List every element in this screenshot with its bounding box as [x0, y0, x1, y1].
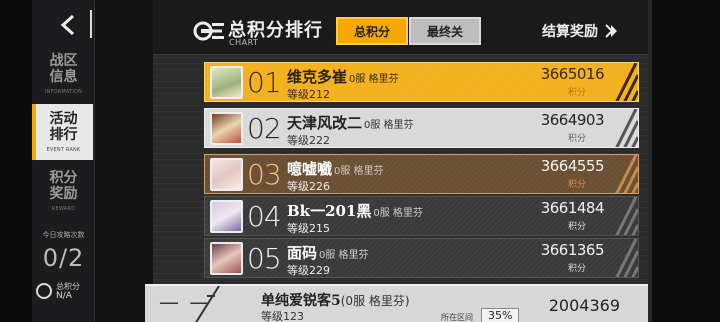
player-level: 等级212: [287, 88, 330, 101]
player-score: 3661484: [540, 199, 605, 217]
double-chevron-right-icon: [605, 24, 617, 38]
score-label: 积分: [567, 222, 586, 232]
score-logo-icon: [36, 283, 52, 299]
score-label: 积分: [567, 88, 586, 98]
score-label: 积分: [567, 134, 586, 144]
rank-row[interactable]: 05 面码 0服 格里芬 等级229 3661365 积分: [204, 238, 639, 278]
interval-label: 所在区间: [441, 313, 473, 322]
rank-number: 04: [247, 200, 282, 233]
right-rail: [648, 0, 720, 322]
sidebar-item-label: 战区信息: [49, 53, 78, 85]
player-score: 3664555: [540, 157, 605, 175]
player-server: 0服 格里芬: [349, 74, 399, 85]
avatar: [210, 200, 243, 233]
tab-total-score[interactable]: 总积分: [336, 17, 408, 45]
player-level: 等级229: [287, 264, 330, 277]
rank-row[interactable]: 04 Bk一201黑 0服 格里芬 等级215 3661484 积分: [204, 196, 639, 236]
corner-stripes-icon: [615, 197, 638, 235]
slash-decoration-icon: [195, 286, 220, 322]
my-score: 2004369: [548, 296, 620, 315]
sidebar-item-sublabel: REWARD: [51, 206, 76, 212]
total-score-value: N/A: [56, 291, 72, 301]
chevron-left-icon: [60, 14, 75, 36]
player-name: 天津风改二 0服 格里芬: [287, 114, 414, 132]
corner-stripes-icon: [615, 155, 638, 193]
my-name: 单纯爱锐客5(0服 格里芬): [261, 293, 410, 309]
rank-row[interactable]: 03 噫嘘嚱 0服 格里芬 等级226 3664555 积分: [204, 154, 639, 194]
back-divider: [90, 10, 92, 38]
avatar: [210, 66, 243, 99]
rank-row[interactable]: 02 天津风改二 0服 格里芬 等级222 3664903 积分: [204, 108, 639, 148]
player-level: 等级215: [287, 222, 330, 235]
tab-final-stage[interactable]: 最终关: [409, 17, 481, 45]
player-level: 等级222: [287, 134, 330, 147]
player-score: 3661365: [540, 241, 605, 259]
sidebar-item-label: 积分奖励: [49, 170, 78, 202]
avatar: [210, 242, 243, 275]
sidebar-total-score: 总积分 N/A: [36, 280, 93, 304]
player-server: 0服 格里芬: [364, 120, 414, 131]
interval-value: 35%: [481, 308, 520, 322]
my-server: (0服 格里芬): [340, 294, 410, 308]
player-score: 3664903: [540, 111, 605, 129]
sidebar-item-event-rank[interactable]: 活动排行 EVENT RANK: [32, 104, 93, 160]
rank-number: 01: [247, 66, 282, 99]
attempts-label: 今日攻略次数: [42, 231, 85, 239]
player-name: 面码 0服 格里芬: [287, 244, 369, 262]
chart-logo-icon: [193, 21, 224, 41]
player-server: 0服 格里芬: [373, 208, 423, 219]
player-name: 噫嘘嚱 0服 格里芬: [287, 160, 384, 178]
player-name: 维克多崔 0服 格里芬: [287, 68, 399, 86]
rank-number: 03: [247, 158, 282, 191]
player-score: 3665016: [540, 65, 605, 83]
rank-number: 02: [247, 112, 282, 145]
attempts-value: 0/2: [42, 244, 85, 272]
settle-reward-label: 结算奖励: [542, 24, 598, 40]
score-label: 积分: [567, 180, 586, 190]
corner-stripes-icon: [615, 63, 638, 101]
sidebar-item-reward[interactable]: 积分奖励 REWARD: [34, 163, 93, 219]
page-subtitle: CHART: [229, 38, 259, 47]
my-level: 等级123: [261, 310, 304, 322]
sidebar-item-label: 活动排行: [49, 111, 78, 143]
rank-row[interactable]: 01 维克多崔 0服 格里芬 等级212 3665016 积分: [204, 62, 639, 102]
my-rank-bar: — — 单纯爱锐客5(0服 格里芬) 等级123 所在区间 35% 200436…: [145, 284, 648, 322]
avatar: [210, 112, 243, 145]
avatar: [210, 158, 243, 191]
player-server: 0服 格里芬: [334, 166, 384, 177]
corner-stripes-icon: [615, 109, 638, 147]
sidebar-item-sublabel: EVENT RANK: [46, 147, 81, 153]
left-edge: [0, 0, 32, 322]
rank-number: 05: [247, 242, 282, 275]
sidebar-item-information[interactable]: 战区信息 INFORMATION: [34, 46, 93, 102]
corner-stripes-icon: [615, 239, 638, 277]
player-server: 0服 格里芬: [319, 250, 369, 261]
back-button[interactable]: [48, 8, 88, 42]
score-label: 积分: [567, 264, 586, 274]
player-name: Bk一201黑 0服 格里芬: [287, 202, 423, 220]
sidebar-item-sublabel: INFORMATION: [44, 89, 83, 95]
settle-reward-button[interactable]: 结算奖励: [542, 21, 618, 41]
player-level: 等级226: [287, 180, 330, 193]
